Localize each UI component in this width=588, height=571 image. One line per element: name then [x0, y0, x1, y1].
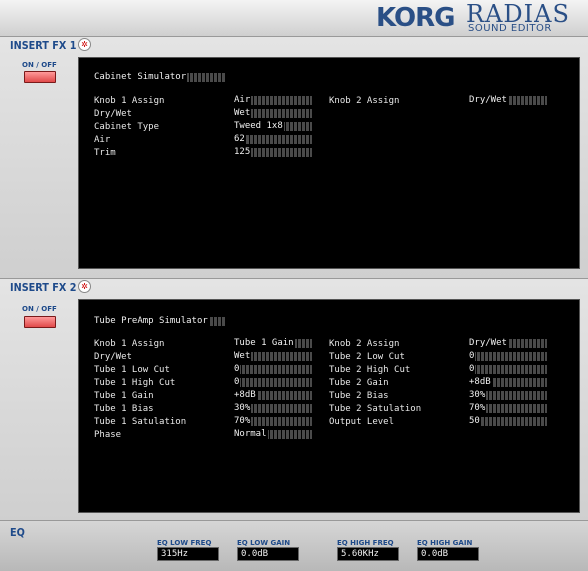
fx2-param-value[interactable]: 70%: [469, 404, 547, 413]
fx2-param-label: Tube 2 Satulation: [329, 404, 422, 414]
fx1-param-label: Trim: [94, 148, 116, 158]
fx2-effect-name: Tube PreAmp Simulator: [94, 316, 209, 326]
fx1-value-text: Dry/Wet: [469, 95, 508, 105]
fx2-value-text: 70%: [469, 403, 487, 413]
fx2-value-text: 0: [469, 364, 476, 374]
help-icon[interactable]: ✲: [78, 280, 91, 293]
fx2-param-label: Tube 1 Low Cut: [94, 365, 170, 375]
fx2-param-label: Tube 2 High Cut: [329, 365, 411, 375]
fx1-param-label: Dry/Wet: [94, 109, 132, 119]
fx2-value-text: Normal: [234, 429, 268, 439]
help-icon[interactable]: ✲: [78, 38, 91, 51]
fx1-param-label: Air: [94, 135, 111, 145]
fx1-value-text: Tweed 1x8: [234, 121, 284, 131]
fx2-param-value[interactable]: 30%: [234, 404, 312, 413]
fx2-param-value[interactable]: Dry/Wet: [469, 339, 547, 348]
eq-high-gain-field[interactable]: 0.0dB: [417, 547, 479, 561]
fx2-param-value[interactable]: 0: [234, 365, 312, 374]
fx2-value-text: Dry/Wet: [469, 338, 508, 348]
fx2-value-text: 0: [234, 377, 241, 387]
fx2-param-value[interactable]: 70%: [234, 417, 312, 426]
fx2-param-value[interactable]: 0: [469, 352, 547, 361]
eq-high-gain-label: EQ HIGH GAIN: [417, 539, 473, 547]
eq-low-gain-label: EQ LOW GAIN: [237, 539, 291, 547]
insert-fx1-title: INSERT FX 1: [10, 39, 77, 52]
fx2-value-text: +8dB: [469, 377, 492, 387]
eq-section: EQ EQ LOW FREQ 315Hz EQ LOW GAIN 0.0dB E…: [0, 520, 588, 571]
fx2-value-text: Tube 1 Gain: [234, 338, 295, 348]
fx2-onoff-label: ON / OFF: [22, 305, 57, 313]
fx2-value-text: Wet: [234, 351, 252, 361]
fx1-param-value[interactable]: 125: [234, 148, 312, 157]
fx2-value-text: 30%: [469, 390, 487, 400]
eq-low-freq-field[interactable]: 315Hz: [157, 547, 219, 561]
app-header: KORG RADIAS SOUND EDITOR: [0, 0, 588, 36]
fx2-param-label: Knob 2 Assign: [329, 339, 400, 349]
eq-low-freq-value: 315Hz: [161, 549, 189, 559]
fx2-param-label: Knob 1 Assign: [94, 339, 165, 349]
insert-fx2-section: INSERT FX 2 ✲ ON / OFF Tube PreAmp Simul…: [0, 278, 588, 521]
fx1-value-text: 62: [234, 134, 246, 144]
fx1-value-text: Air: [234, 95, 252, 105]
fx2-param-label: Tube 1 Bias: [94, 404, 154, 414]
fx2-effect-select[interactable]: Tube PreAmp Simulator: [94, 317, 226, 326]
eq-high-gain-value: 0.0dB: [421, 549, 449, 559]
fx2-onoff-button[interactable]: [24, 316, 56, 328]
fx2-param-value[interactable]: Wet: [234, 352, 312, 361]
fx2-param-value[interactable]: +8dB: [234, 391, 312, 400]
fx2-param-label: Output Level: [329, 417, 395, 427]
fx1-onoff-button[interactable]: [24, 71, 56, 83]
fx1-param-label: Knob 2 Assign: [329, 96, 400, 106]
fx2-param-label: Tube 1 Gain: [94, 391, 154, 401]
fx2-value-text: 0: [234, 364, 241, 374]
fx1-param-value[interactable]: Air: [234, 96, 312, 105]
fx2-param-value[interactable]: 50: [469, 417, 547, 426]
fx2-param-label: Tube 2 Bias: [329, 391, 389, 401]
fx1-parameter-panel: Cabinet Simulator Knob 1 Assign Dry/Wet …: [78, 57, 580, 269]
eq-low-freq-label: EQ LOW FREQ: [157, 539, 212, 547]
fx2-parameter-panel: Tube PreAmp Simulator Knob 1 Assign Dry/…: [78, 299, 580, 513]
eq-low-gain-field[interactable]: 0.0dB: [237, 547, 299, 561]
fx2-param-label: Phase: [94, 430, 122, 440]
fx2-param-value[interactable]: +8dB: [469, 378, 547, 387]
eq-high-freq-value: 5.60KHz: [341, 549, 379, 559]
fx1-param-value[interactable]: Tweed 1x8: [234, 122, 312, 131]
fx2-value-text: 70%: [234, 416, 252, 426]
korg-logo: KORG: [376, 3, 455, 33]
fx2-value-text: +8dB: [234, 390, 257, 400]
fx1-value-text: 125: [234, 147, 252, 157]
fx2-param-value[interactable]: 0: [469, 365, 547, 374]
fx2-param-value[interactable]: Tube 1 Gain: [234, 339, 312, 348]
fx2-param-label: Tube 2 Gain: [329, 378, 389, 388]
fx2-param-label: Tube 2 Low Cut: [329, 352, 405, 362]
fx1-param-value[interactable]: Dry/Wet: [469, 96, 547, 105]
eq-low-gain-value: 0.0dB: [241, 549, 269, 559]
fx2-value-text: 30%: [234, 403, 252, 413]
fx2-value-text: 0: [469, 351, 476, 361]
fx2-param-value[interactable]: Normal: [234, 430, 312, 439]
fx1-onoff-label: ON / OFF: [22, 61, 57, 69]
sound-editor-subtitle: SOUND EDITOR: [468, 23, 552, 34]
fx1-param-label: Cabinet Type: [94, 122, 160, 132]
eq-title: EQ: [10, 526, 25, 539]
fx2-param-value[interactable]: 0: [234, 378, 312, 387]
fx2-param-label: Dry/Wet: [94, 352, 132, 362]
fx2-param-label: Tube 1 Satulation: [94, 417, 187, 427]
fx2-value-text: 50: [469, 416, 481, 426]
eq-high-freq-field[interactable]: 5.60KHz: [337, 547, 399, 561]
fx2-param-label: Tube 1 High Cut: [94, 378, 176, 388]
fx1-effect-name: Cabinet Simulator: [94, 72, 188, 82]
fx1-param-value[interactable]: Wet: [234, 109, 312, 118]
insert-fx2-title: INSERT FX 2: [10, 281, 77, 294]
eq-high-freq-label: EQ HIGH FREQ: [337, 539, 394, 547]
fx1-param-label: Knob 1 Assign: [94, 96, 165, 106]
fx1-effect-select[interactable]: Cabinet Simulator: [94, 73, 226, 82]
fx1-param-value[interactable]: 62: [234, 135, 312, 144]
fx2-param-value[interactable]: 30%: [469, 391, 547, 400]
insert-fx1-section: INSERT FX 1 ✲ ON / OFF Cabinet Simulator…: [0, 36, 588, 278]
fx1-value-text: Wet: [234, 108, 252, 118]
